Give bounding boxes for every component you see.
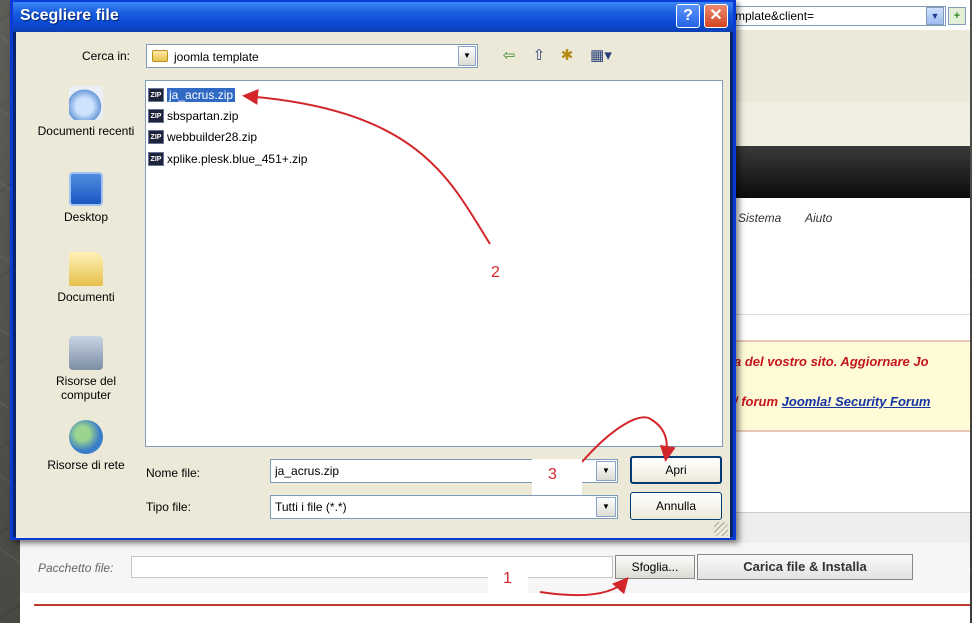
file-type-select[interactable]: Tutti i file (*.*) <box>270 495 618 519</box>
zip-file-icon: ZIP <box>148 129 164 144</box>
place-network[interactable]: Risorse di rete <box>36 420 136 472</box>
file-name: webbuilder28.zip <box>167 129 258 144</box>
file-name: sbspartan.zip <box>167 108 239 123</box>
warning-text: a del vostro sito. Aggiornare Jo <box>734 354 929 369</box>
file-item[interactable]: ZIP sbspartan.zip <box>148 108 238 126</box>
help-icon[interactable]: ? <box>676 4 700 28</box>
security-forum-link[interactable]: Joomla! Security Forum <box>782 394 931 409</box>
file-name-dropdown-icon[interactable]: ▼ <box>596 461 616 481</box>
close-icon[interactable]: ✕ <box>704 4 728 28</box>
look-in-dropdown-icon[interactable]: ▼ <box>458 46 476 66</box>
zip-file-icon: ZIP <box>148 151 164 166</box>
new-folder-icon[interactable]: ✱ <box>556 46 578 66</box>
file-item[interactable]: ZIP ja_acrus.zip <box>148 86 237 105</box>
step-2-label: 2 <box>491 264 500 281</box>
back-icon[interactable]: ⇦ <box>498 46 520 66</box>
package-file-input[interactable] <box>131 556 613 578</box>
menu-item-aiuto[interactable]: Aiuto <box>805 211 832 225</box>
file-name: xplike.plesk.blue_451+.zip <box>167 151 308 166</box>
place-desktop[interactable]: Desktop <box>36 172 136 224</box>
warning-text-forum: / forum Joomla! Security Forum <box>734 394 930 409</box>
folder-icon <box>152 50 168 62</box>
go-button[interactable]: + <box>948 7 966 25</box>
menu-item-sistema[interactable]: Sistema <box>738 211 781 225</box>
documents-folder-icon <box>69 252 103 286</box>
open-button[interactable]: Apri <box>630 456 722 484</box>
cancel-button[interactable]: Annulla <box>630 492 722 520</box>
file-type-label: Tipo file: <box>146 500 191 514</box>
file-item[interactable]: ZIP webbuilder28.zip <box>148 129 257 147</box>
file-type-dropdown-icon[interactable]: ▼ <box>596 497 616 517</box>
address-dropdown-icon[interactable]: ▼ <box>926 7 944 25</box>
resize-grip-icon[interactable] <box>714 522 728 536</box>
file-name: ja_acrus.zip <box>165 86 237 103</box>
file-name-label: Nome file: <box>146 466 201 480</box>
place-label: Risorse del computer <box>55 374 117 402</box>
computer-icon <box>69 336 103 370</box>
place-my-computer[interactable]: Risorse del computer <box>36 336 136 402</box>
package-file-label: Pacchetto file: <box>38 561 114 575</box>
place-recent-documents[interactable]: Documenti recenti <box>36 86 136 138</box>
place-label: Documenti <box>57 290 115 304</box>
upload-install-button[interactable]: Carica file & Installa <box>697 554 913 580</box>
zip-file-icon: ZIP <box>148 87 164 102</box>
up-folder-icon[interactable]: ⇧ <box>528 46 550 66</box>
file-item[interactable]: ZIP xplike.plesk.blue_451+.zip <box>148 151 307 169</box>
step-1-label: 1 <box>503 570 512 587</box>
step-3-box <box>532 459 582 495</box>
step-3-label: 3 <box>548 466 557 483</box>
views-menu-icon[interactable]: ▦▾ <box>586 46 616 66</box>
network-icon <box>69 420 103 454</box>
dialog-title-bar[interactable] <box>13 2 733 32</box>
place-label: Documenti recenti <box>37 124 135 138</box>
dialog-title: Scegliere file <box>20 7 119 24</box>
place-label: Desktop <box>63 210 109 224</box>
desktop-icon <box>69 172 103 206</box>
address-bar[interactable]: mplate&client= <box>720 6 946 26</box>
recent-documents-icon <box>69 86 103 120</box>
zip-file-icon: ZIP <box>148 108 164 123</box>
warning-prefix: / forum <box>734 394 782 409</box>
place-documents[interactable]: Documenti <box>36 252 136 304</box>
section-divider <box>34 604 970 606</box>
browse-button[interactable]: Sfoglia... <box>615 555 695 579</box>
look-in-value: joomla template <box>174 50 259 64</box>
place-label: Risorse di rete <box>47 458 125 472</box>
look-in-label: Cerca in: <box>82 49 131 63</box>
